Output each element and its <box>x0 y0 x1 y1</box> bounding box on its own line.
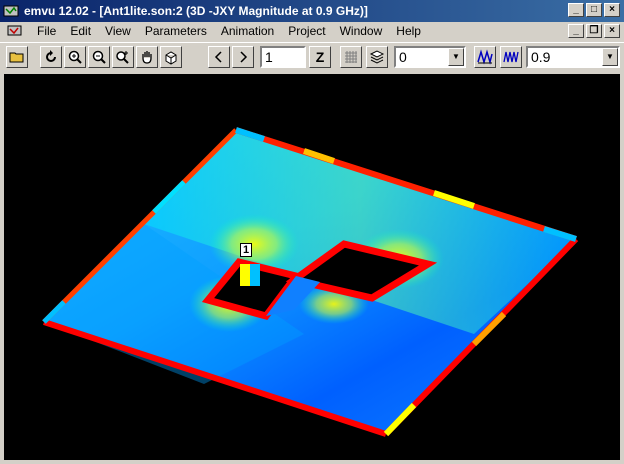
level-input[interactable]: 1 <box>260 46 306 68</box>
z-button[interactable]: Z <box>309 46 331 68</box>
window-title: emvu 12.02 - [Ant1lite.son:2 (3D -JXY Ma… <box>24 4 368 18</box>
mdi-minimize-button[interactable]: _ <box>568 24 584 38</box>
minimize-button[interactable]: _ <box>568 3 584 17</box>
layers-icon <box>369 50 385 64</box>
menu-animation[interactable]: Animation <box>214 23 281 39</box>
next-level-button[interactable] <box>232 46 254 68</box>
frequency-value: 0.9 <box>531 49 551 65</box>
previous-level-button[interactable] <box>208 46 230 68</box>
menu-bar: File Edit View Parameters Animation Proj… <box>0 22 624 40</box>
toolbar: 1 Z 0 ▼ 0.9 ▼ <box>0 42 624 73</box>
emvu-app-icon[interactable] <box>3 3 19 19</box>
layers-button[interactable] <box>366 46 388 68</box>
menu-view[interactable]: View <box>98 23 138 39</box>
waveform-alt-button[interactable] <box>500 46 522 68</box>
document-icon[interactable] <box>6 23 24 39</box>
waveform-icon <box>477 49 493 65</box>
menu-file[interactable]: File <box>30 23 63 39</box>
pan-button[interactable] <box>136 46 158 68</box>
menu-help[interactable]: Help <box>389 23 428 39</box>
port-1-label: 1 <box>240 243 253 257</box>
open-button[interactable] <box>6 46 28 68</box>
pan-hand-icon <box>142 51 152 64</box>
mdi-close-button[interactable]: × <box>604 24 620 38</box>
port-feed-strip <box>240 264 250 286</box>
layer-select[interactable]: 0 ▼ <box>394 46 466 68</box>
waveform-alt-icon <box>503 51 519 63</box>
zoom-box-icon <box>116 51 129 64</box>
layer-value: 0 <box>399 49 407 65</box>
menu-edit[interactable]: Edit <box>63 23 98 39</box>
mesh-icon <box>345 51 357 63</box>
frequency-select[interactable]: 0.9 ▼ <box>526 46 620 68</box>
arrow-right-icon <box>240 51 248 63</box>
maximize-button[interactable]: □ <box>586 3 602 17</box>
mdi-restore-button[interactable]: ❐ <box>586 24 602 38</box>
zoom-box-button[interactable] <box>112 46 134 68</box>
close-button[interactable]: × <box>604 3 620 17</box>
current-density-plot <box>42 127 579 437</box>
waveform-button[interactable] <box>474 46 496 68</box>
port-feed-strip <box>250 264 260 286</box>
3d-view-canvas[interactable]: 1 <box>4 74 620 460</box>
chevron-down-icon[interactable]: ▼ <box>602 48 618 66</box>
menu-parameters[interactable]: Parameters <box>138 23 214 39</box>
menu-project[interactable]: Project <box>281 23 332 39</box>
zoom-in-icon <box>68 50 82 64</box>
menu-window[interactable]: Window <box>333 23 390 39</box>
zoom-out-button[interactable] <box>88 46 110 68</box>
open-folder-icon <box>9 52 24 63</box>
zoom-out-icon <box>92 50 106 64</box>
mesh-button[interactable] <box>340 46 362 68</box>
rotate-icon <box>46 50 56 62</box>
rotate-button[interactable] <box>40 46 62 68</box>
title-bar: emvu 12.02 - [Ant1lite.son:2 (3D -JXY Ma… <box>0 0 624 22</box>
3d-box-icon <box>165 51 177 65</box>
3d-view-button[interactable] <box>160 46 182 68</box>
zoom-in-button[interactable] <box>64 46 86 68</box>
arrow-left-icon <box>214 51 222 63</box>
window-bottom-border <box>0 460 624 464</box>
chevron-down-icon[interactable]: ▼ <box>448 48 464 66</box>
